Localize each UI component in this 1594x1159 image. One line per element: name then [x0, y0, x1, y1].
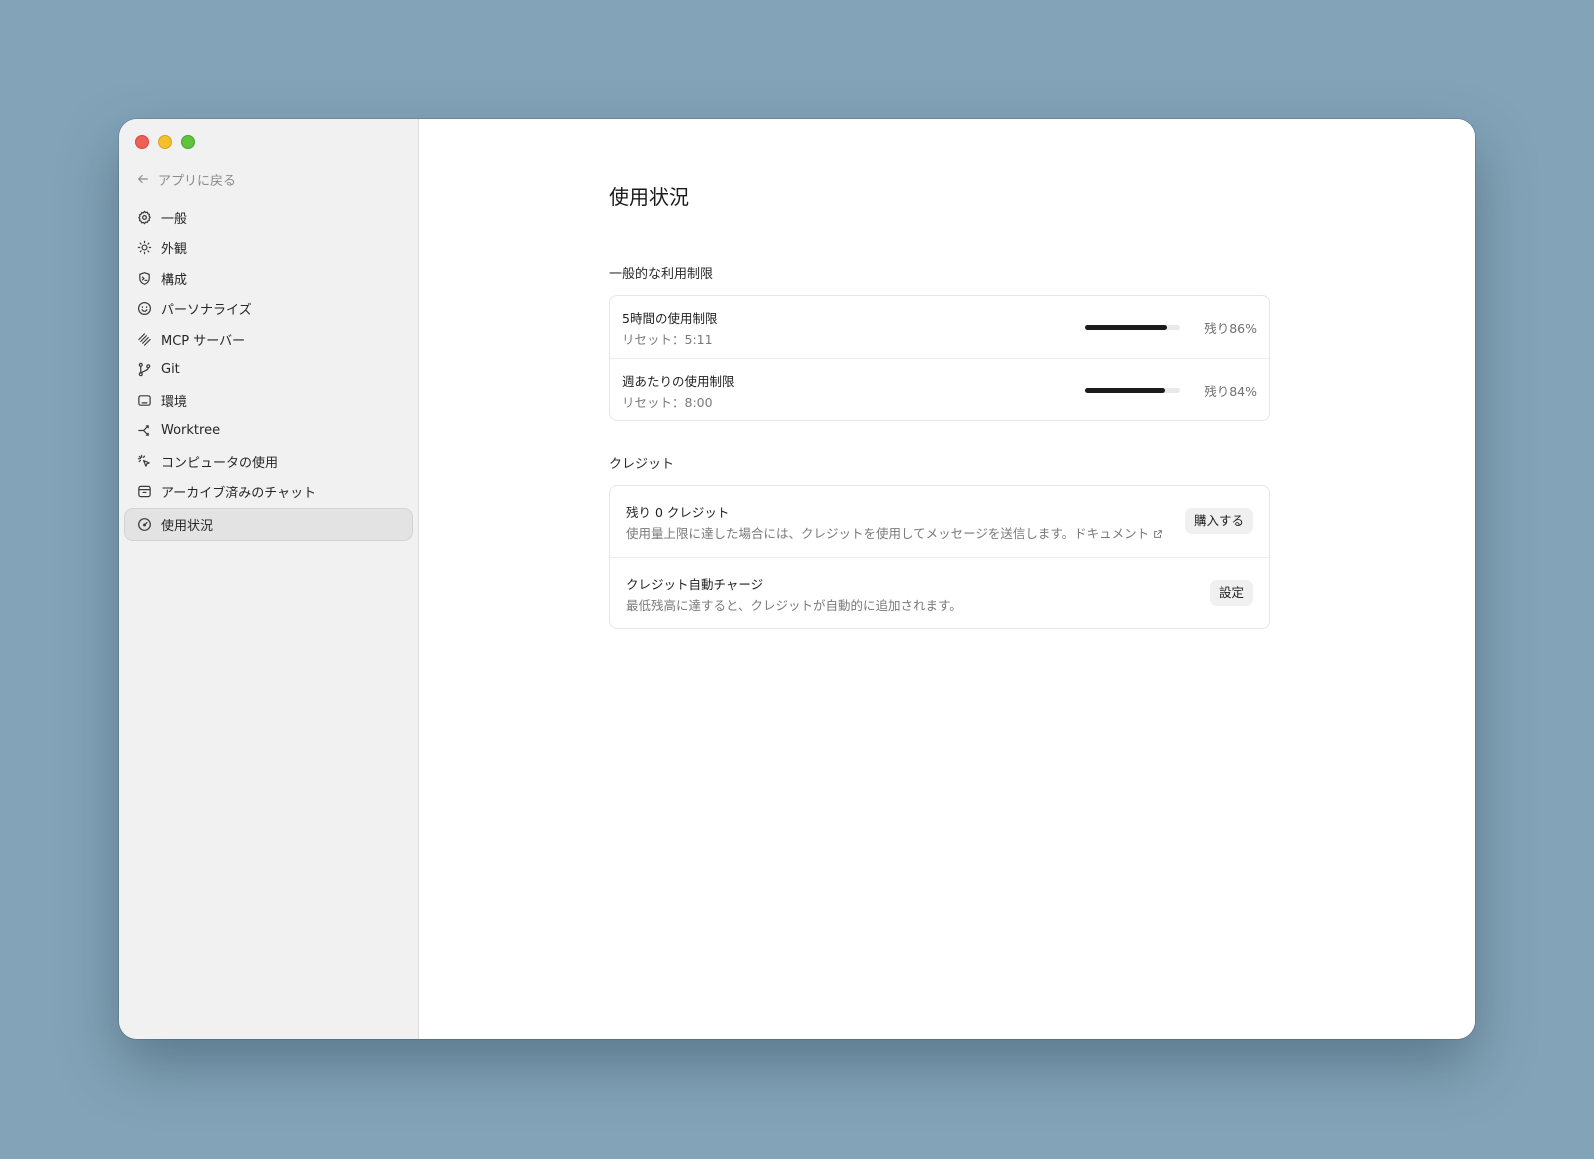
purchase-credits-button[interactable]: 購入する	[1184, 508, 1253, 534]
sidebar-item-label: 使用状況	[161, 518, 214, 534]
sidebar-item-label: Worktree	[161, 423, 221, 439]
limit-row-5h: 5時間の使用制限 リセット：5:11 残り86%	[610, 296, 1269, 358]
credit-balance-row: 残り 0 クレジット 使用量上限に達した場合には、クレジットを使用してメッセージ…	[610, 486, 1269, 557]
sidebar-item-label: MCP サーバー	[161, 333, 246, 349]
git-branch-icon	[136, 362, 152, 378]
limit-reset: リセット：8:00	[622, 395, 713, 410]
sidebar-item-usage[interactable]: 使用状況	[125, 509, 412, 540]
monitor-icon	[136, 392, 152, 408]
limits-card: 5時間の使用制限 リセット：5:11 残り86% 週あたりの使用制限 リセット：…	[609, 295, 1270, 421]
sidebar-item-mcp-servers[interactable]: MCP サーバー	[125, 324, 412, 355]
back-to-app-label: アプリに戻る	[158, 173, 237, 189]
auto-charge-description: 最低残高に達すると、クレジットが自動的に追加されます。	[626, 598, 962, 613]
sidebar-item-label: アーカイブ済みのチャット	[161, 486, 317, 502]
limit-progress-bar	[1085, 388, 1180, 393]
credit-balance-description-text: 使用量上限に達した場合には、クレジットを使用してメッセージを送信します。ドキュメ…	[626, 526, 1150, 541]
sidebar-item-label: コンピュータの使用	[161, 455, 279, 471]
limit-remaining: 残り84%	[1204, 384, 1257, 399]
mcp-icon	[136, 331, 152, 347]
limit-reset: リセット：5:11	[622, 332, 713, 347]
credit-balance-title: 残り 0 クレジット	[626, 505, 730, 520]
sidebar-item-label: 環境	[161, 394, 188, 410]
sidebar-item-appearance[interactable]: 外観	[125, 233, 412, 264]
main-panel: 使用状況 一般的な利用制限 5時間の使用制限 リセット：5:11 残り86% 週…	[419, 119, 1475, 1039]
auto-charge-title: クレジット自動チャージ	[626, 577, 764, 592]
sidebar-item-label: 一般	[161, 211, 188, 227]
sidebar-item-archived-chats[interactable]: アーカイブ済みのチャット	[125, 477, 412, 508]
sidebar-item-personalize[interactable]: パーソナライズ	[125, 294, 412, 325]
settings-window: アプリに戻る 一般 外観 構成 パーソナライズ MCP サーバー Git 環境 …	[119, 119, 1475, 1039]
limit-name: 週あたりの使用制限	[622, 374, 735, 389]
sidebar-item-label: 外観	[161, 242, 188, 258]
sidebar: アプリに戻る 一般 外観 構成 パーソナライズ MCP サーバー Git 環境 …	[119, 119, 419, 1039]
credits-section-title: クレジット	[609, 457, 675, 472]
limit-row-weekly: 週あたりの使用制限 リセット：8:00 残り84%	[610, 358, 1269, 420]
arrow-left-icon	[138, 174, 148, 184]
external-link-icon[interactable]	[1153, 529, 1163, 539]
limit-progress-bar	[1085, 325, 1180, 330]
zoom-window-button[interactable]	[181, 135, 195, 149]
smile-icon	[136, 301, 152, 317]
sidebar-item-git[interactable]: Git	[125, 355, 412, 386]
sidebar-item-label: Git	[161, 362, 180, 378]
cursor-click-icon	[136, 453, 152, 469]
minimize-window-button[interactable]	[158, 135, 172, 149]
limits-section-title: 一般的な利用制限	[609, 267, 714, 282]
auto-charge-settings-button[interactable]: 設定	[1209, 580, 1253, 606]
limit-remaining: 残り86%	[1204, 321, 1257, 336]
sidebar-item-label: パーソナライズ	[161, 303, 252, 319]
sidebar-item-worktree[interactable]: Worktree	[125, 416, 412, 447]
sidebar-nav: 一般 外観 構成 パーソナライズ MCP サーバー Git 環境 Worktre…	[125, 202, 412, 540]
limit-progress-fill	[1085, 325, 1167, 330]
archive-icon	[136, 484, 152, 500]
sidebar-item-computer-use[interactable]: コンピュータの使用	[125, 446, 412, 477]
gear-icon	[136, 209, 152, 225]
shield-terminal-icon	[136, 270, 152, 286]
sidebar-item-environment[interactable]: 環境	[125, 385, 412, 416]
close-window-button[interactable]	[135, 135, 149, 149]
sidebar-item-configuration[interactable]: 構成	[125, 263, 412, 294]
sun-icon	[136, 240, 152, 256]
limit-progress-fill	[1085, 388, 1165, 393]
limit-name: 5時間の使用制限	[622, 311, 718, 326]
sidebar-item-label: 構成	[161, 272, 188, 288]
auto-charge-row: クレジット自動チャージ 最低残高に達すると、クレジットが自動的に追加されます。 …	[610, 557, 1269, 628]
gauge-icon	[136, 516, 152, 532]
window-controls	[135, 135, 195, 149]
sidebar-item-general[interactable]: 一般	[125, 202, 412, 233]
credit-balance-description: 使用量上限に達した場合には、クレジットを使用してメッセージを送信します。ドキュメ…	[626, 523, 1163, 542]
worktree-icon	[136, 423, 152, 439]
credits-card: 残り 0 クレジット 使用量上限に達した場合には、クレジットを使用してメッセージ…	[609, 485, 1270, 629]
page-title: 使用状況	[609, 185, 689, 209]
back-to-app-link[interactable]: アプリに戻る	[136, 168, 236, 190]
